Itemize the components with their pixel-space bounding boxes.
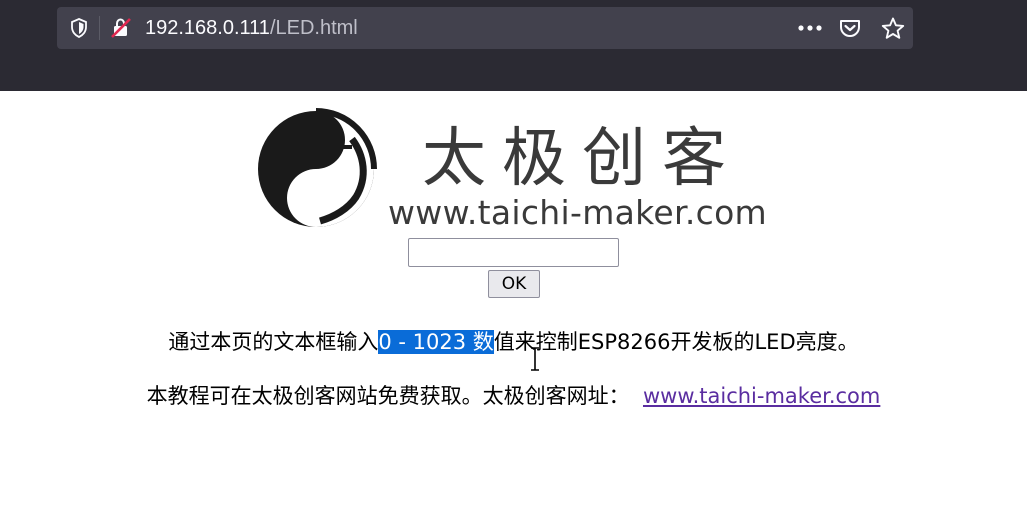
tutorial-text-label: 本教程可在太极创客网站免费获取。太极创客网址： (146, 384, 630, 408)
browser-toolbar: 192.168.0.111/LED.html (0, 0, 1027, 91)
pocket-icon[interactable] (835, 7, 865, 49)
address-bar[interactable]: 192.168.0.111/LED.html (57, 7, 913, 49)
more-dots-icon[interactable] (793, 7, 827, 49)
tutorial-text: 本教程可在太极创客网站免费获取。太极创客网址： www.taichi-maker… (0, 380, 1027, 410)
instruction-text-end: 值来控制ESP8266开发板的LED亮度。 (493, 330, 859, 354)
urlbar-separator (99, 16, 100, 40)
ok-button[interactable]: OK (488, 270, 540, 298)
selected-text: 0 - 1023 数 (378, 330, 494, 354)
text-cursor-icon (531, 347, 539, 371)
yin-yang-icon (258, 108, 377, 227)
url-host: 192.168.0.111 (145, 17, 270, 39)
url-path: /LED.html (269, 17, 358, 39)
instruction-text: 通过本页的文本框输入0 - 1023 数值来控制ESP8266开发板的LED亮度… (0, 326, 1027, 356)
website-link[interactable]: www.taichi-maker.com (643, 384, 880, 408)
logo-title: 太极创客 (422, 122, 742, 196)
page-content: 太极创客 www.taichi-maker.com OK 通过本页的文本框输入0… (0, 91, 1027, 527)
insecure-lock-icon[interactable] (107, 7, 135, 49)
taichi-maker-logo: 太极创客 www.taichi-maker.com (250, 101, 790, 233)
shield-icon[interactable] (65, 7, 93, 49)
url-text[interactable]: 192.168.0.111/LED.html (145, 7, 358, 49)
instruction-text-start: 通过本页的文本框输入 (168, 330, 379, 354)
brightness-input[interactable] (408, 238, 619, 267)
star-icon[interactable] (877, 7, 909, 49)
logo-website: www.taichi-maker.com (388, 193, 768, 232)
